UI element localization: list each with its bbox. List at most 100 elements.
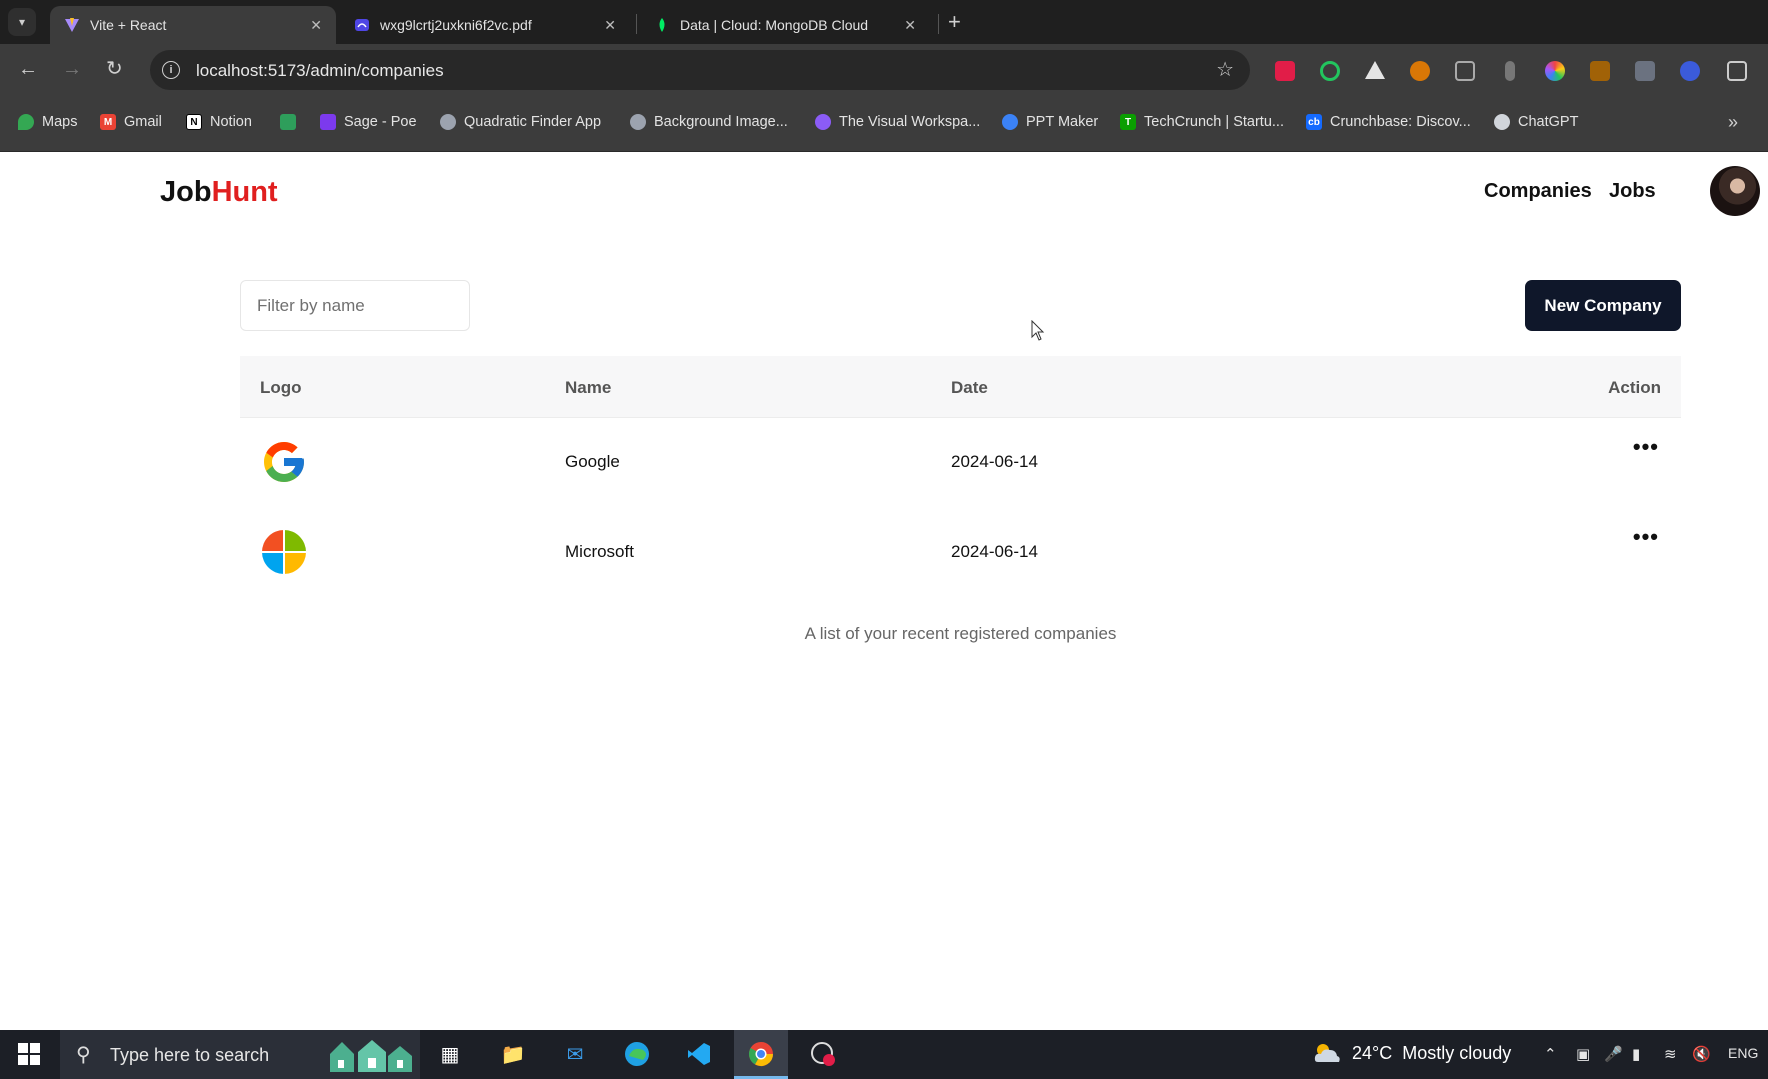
extension-icon[interactable] <box>1680 61 1700 81</box>
bookmark-maps[interactable]: Maps <box>18 114 77 130</box>
weather-widget[interactable]: 24°C Mostly cloudy <box>1312 1042 1511 1064</box>
extension-icon[interactable] <box>1590 61 1610 81</box>
header-logo: Logo <box>260 378 302 397</box>
notion-icon: N <box>186 114 202 130</box>
chatgpt-icon <box>1494 114 1510 130</box>
forward-arrow-icon[interactable]: → <box>62 58 82 80</box>
more-options-icon[interactable]: ••• <box>1633 436 1659 458</box>
extension-icon[interactable] <box>1635 61 1655 81</box>
poe-icon <box>320 114 336 130</box>
bookmark-visual-workspace[interactable]: The Visual Workspa... <box>815 114 980 130</box>
url-text[interactable]: localhost:5173/admin/companies <box>196 61 444 81</box>
address-bar[interactable]: i localhost:5173/admin/companies ☆ <box>150 50 1250 90</box>
company-date: 2024-06-14 <box>951 542 1038 561</box>
reload-icon[interactable]: ↻ <box>106 58 123 80</box>
search-highlight-houses-icon <box>330 1040 412 1072</box>
tab-pdf[interactable]: wxg9lcrtj2uxkni6f2vc.pdf ✕ <box>340 6 630 44</box>
maps-pin-icon <box>18 114 34 130</box>
tab-vite-react[interactable]: Vite + React ✕ <box>50 6 336 44</box>
wifi-icon[interactable]: ≋ <box>1664 1045 1677 1063</box>
globe-icon <box>440 114 456 130</box>
tab-search-button[interactable]: ▾ <box>8 8 36 36</box>
search-icon: ⚲ <box>76 1044 91 1066</box>
back-arrow-icon[interactable]: ← <box>18 58 38 80</box>
file-explorer-icon[interactable]: 📁 <box>498 1039 528 1069</box>
battery-icon[interactable]: ▮ <box>1632 1045 1640 1063</box>
table-header-row: Logo Name Date Action <box>240 356 1681 418</box>
close-icon[interactable]: ✕ <box>904 17 916 34</box>
browser-toolbar: ← → ↻ i localhost:5173/admin/companies ☆ <box>0 44 1768 96</box>
task-view-icon[interactable]: ▦ <box>435 1039 465 1069</box>
bookmark-techcrunch[interactable]: T TechCrunch | Startu... <box>1120 114 1284 130</box>
taskbar-search-box[interactable]: ⚲ Type here to search <box>60 1030 420 1079</box>
recording-app-icon[interactable] <box>808 1039 838 1069</box>
crunchbase-icon: cb <box>1306 114 1322 130</box>
gmail-icon: M <box>100 114 116 130</box>
extension-icon[interactable] <box>1320 61 1340 81</box>
brand-logo[interactable]: JobHunt <box>160 176 278 209</box>
nav-jobs[interactable]: Jobs <box>1609 180 1656 203</box>
bookmark-chatgpt[interactable]: ChatGPT <box>1494 114 1578 130</box>
table-row: Google 2024-06-14 ••• <box>240 418 1681 508</box>
header-date: Date <box>951 378 988 397</box>
show-hidden-icons-chevron-icon[interactable]: ⌃ <box>1544 1045 1557 1063</box>
close-icon[interactable]: ✕ <box>604 17 616 34</box>
mail-icon[interactable]: ✉ <box>560 1039 590 1069</box>
table-row: Microsoft 2024-06-14 ••• <box>240 508 1681 598</box>
more-bookmarks-chevron-icon[interactable]: » <box>1728 112 1738 133</box>
header-action: Action <box>1608 378 1661 397</box>
tab-title: wxg9lcrtj2uxkni6f2vc.pdf <box>380 17 532 33</box>
mongodb-leaf-icon <box>654 17 670 33</box>
filter-by-name-input[interactable] <box>240 280 470 331</box>
tab-separator <box>636 14 637 34</box>
extension-icon[interactable] <box>1505 61 1515 81</box>
meet-now-icon[interactable]: ▣ <box>1576 1045 1590 1063</box>
bookmark-ppt-maker[interactable]: PPT Maker <box>1002 114 1098 130</box>
volume-muted-icon[interactable]: 🔇 <box>1692 1045 1711 1063</box>
avatar[interactable] <box>1710 166 1760 216</box>
company-name: Google <box>565 452 620 471</box>
windows-taskbar: ⚲ Type here to search ▦ 📁 ✉ 24°C Mostly … <box>0 1030 1768 1079</box>
table-caption: A list of your recent registered compani… <box>804 624 1117 643</box>
nav-companies[interactable]: Companies <box>1484 180 1592 203</box>
bookmark-notion[interactable]: N Notion <box>186 114 252 130</box>
new-tab-plus-icon[interactable]: + <box>948 10 961 34</box>
company-name: Microsoft <box>565 542 634 561</box>
bookmark-sage-poe[interactable]: Sage - Poe <box>320 114 417 130</box>
bookmark-star-icon[interactable]: ☆ <box>1216 57 1234 82</box>
bookmark-background-image[interactable]: Background Image... <box>630 114 788 130</box>
microsoft-logo-icon <box>260 528 308 576</box>
site-info-icon[interactable]: i <box>162 61 180 79</box>
extensions-puzzle-icon[interactable] <box>1727 61 1747 81</box>
extension-icon[interactable] <box>1365 61 1385 79</box>
more-options-icon[interactable]: ••• <box>1633 526 1659 548</box>
company-date: 2024-06-14 <box>951 452 1038 471</box>
edge-browser-icon[interactable] <box>622 1039 652 1069</box>
bookmark-gmail[interactable]: M Gmail <box>100 114 162 130</box>
cookie-extension-icon[interactable] <box>1410 61 1430 81</box>
tab-title: Data | Cloud: MongoDB Cloud <box>680 17 869 33</box>
microphone-icon[interactable]: 🎤 <box>1604 1045 1623 1063</box>
extension-icon[interactable] <box>1275 61 1295 81</box>
browser-tab-bar: ▾ Vite + React ✕ wxg9lcrtj2uxkni6f2vc.pd… <box>0 0 1768 44</box>
language-indicator[interactable]: ENG <box>1728 1045 1758 1061</box>
new-company-button[interactable]: New Company <box>1525 280 1681 331</box>
bookmark-app-icon <box>280 114 296 130</box>
color-picker-extension-icon[interactable] <box>1545 61 1565 81</box>
bookmark-crunchbase[interactable]: cb Crunchbase: Discov... <box>1306 114 1471 130</box>
chrome-icon[interactable] <box>746 1039 776 1069</box>
mouse-cursor-icon <box>1031 320 1045 341</box>
companies-table: Logo Name Date Action Google 2024-06-14 … <box>240 356 1681 643</box>
extension-icon[interactable] <box>1455 61 1475 81</box>
bookmark-quadratic[interactable]: Quadratic Finder App <box>440 114 601 130</box>
techcrunch-icon: T <box>1120 114 1136 130</box>
globe-icon <box>630 114 646 130</box>
tab-title: Vite + React <box>90 17 167 33</box>
windows-start-icon[interactable] <box>18 1043 40 1065</box>
tab-mongodb[interactable]: Data | Cloud: MongoDB Cloud ✕ <box>640 6 930 44</box>
close-icon[interactable]: ✕ <box>310 17 322 34</box>
bookmark-unnamed[interactable] <box>280 114 304 130</box>
ppt-maker-icon <box>1002 114 1018 130</box>
taskbar-search-placeholder: Type here to search <box>110 1045 270 1065</box>
vscode-icon[interactable] <box>684 1039 714 1069</box>
